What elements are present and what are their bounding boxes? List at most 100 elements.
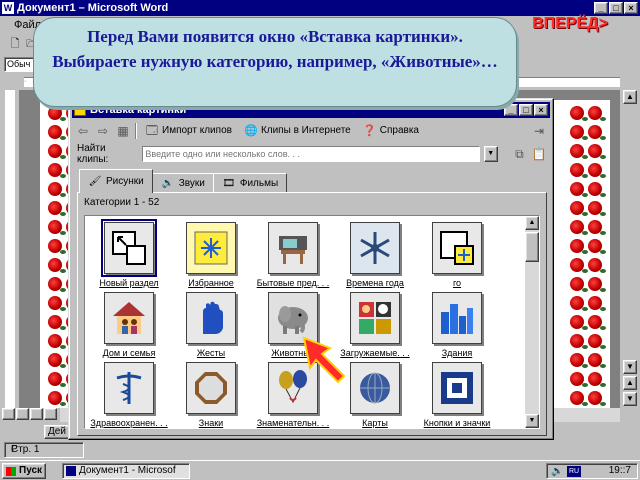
language-indicator[interactable]: RU [567, 466, 581, 477]
leaf-icon [600, 212, 606, 216]
vertical-scrollbar[interactable]: ▲ ▼ ▲ ▼ [620, 90, 640, 408]
category-gestures[interactable]: Жесты [171, 292, 251, 364]
back-arrow-icon[interactable]: ⇦ [75, 123, 91, 139]
category-go[interactable]: го [417, 222, 497, 294]
normal-view-icon[interactable] [2, 408, 15, 420]
category-label: Бытовые пред. . . [256, 278, 330, 288]
leaf-icon [600, 326, 606, 330]
help-icon: ❓ [362, 125, 377, 137]
taskbar: Пуск Документ1 - Microsof 🔈 RU 19::7 [0, 460, 640, 480]
change-window-size-icon[interactable]: ⇥ [531, 123, 547, 139]
category-grid: Новый раздел Избранное Бытовые пред. . .… [84, 215, 540, 429]
help-button[interactable]: ❓ Справка [359, 122, 423, 140]
help-label: Справка [379, 125, 419, 136]
leaf-icon [600, 155, 606, 159]
leaf-icon [600, 288, 606, 292]
category-favorites[interactable]: Избранное [171, 222, 251, 294]
leaf-icon [60, 174, 66, 178]
forward-arrow-icon[interactable]: ⇨ [95, 123, 111, 139]
status-section: Р [4, 442, 84, 458]
print-view-icon[interactable] [30, 408, 43, 420]
leaf-icon [600, 193, 606, 197]
leaf-icon [582, 345, 588, 349]
close-button[interactable]: × [624, 2, 638, 14]
web-view-icon[interactable] [16, 408, 29, 420]
dialog-close-button[interactable]: × [534, 104, 548, 116]
next-page-icon[interactable]: ▼ [623, 392, 637, 406]
category-grid-scrollbar[interactable]: ▲ ▼ [525, 216, 539, 428]
outline-view-icon[interactable] [44, 408, 57, 420]
leaf-icon [600, 402, 606, 406]
leaf-icon [60, 136, 66, 140]
find-dropdown-icon[interactable]: ▼ [483, 146, 498, 162]
import-clips-label: Импорт клипов [162, 125, 232, 136]
leaf-icon [582, 383, 588, 387]
pictures-icon: 🖌 [88, 175, 102, 187]
previous-page-icon[interactable]: ▲ [623, 376, 637, 390]
category-label: Здравоохранен. . . [90, 418, 168, 428]
start-button[interactable]: Пуск [2, 463, 46, 479]
leaf-icon [60, 193, 66, 197]
leaf-icon [600, 136, 606, 140]
leaf-icon [600, 117, 606, 121]
tab-pictures[interactable]: 🖌 Рисунки [79, 169, 153, 193]
buildings-icon [432, 292, 482, 344]
leaf-icon [582, 307, 588, 311]
leaf-icon [600, 231, 606, 235]
category-home-family[interactable]: Дом и семья [89, 292, 169, 364]
globe-icon: 🌐 [244, 125, 258, 137]
leaf-icon [60, 307, 66, 311]
new-document-icon[interactable]: 🗋 [8, 37, 22, 51]
clock: 19::7 [608, 465, 631, 476]
leaf-icon [582, 231, 588, 235]
scroll-up-icon[interactable]: ▲ [623, 90, 637, 104]
downloaded-icon [350, 292, 400, 344]
word-statusbar: Стр. 1 Р [0, 440, 640, 460]
copy-icon[interactable]: ⧉ [512, 146, 528, 162]
speaker-icon[interactable]: 🔈 [551, 465, 563, 479]
dialog-toolbar: ⇦ ⇨ ▦ 🗔 Импорт клипов 🌐 Клипы в Интернет… [75, 121, 547, 141]
import-clips-button[interactable]: 🗔 Импорт клипов [141, 122, 236, 140]
category-new-section[interactable]: Новый раздел [89, 219, 169, 294]
leaf-icon [582, 193, 588, 197]
tab-movies[interactable]: 🎞 Фильмы [212, 173, 288, 193]
leaf-icon [600, 364, 606, 368]
leaf-icon [600, 345, 606, 349]
vertical-ruler [0, 90, 20, 408]
category-buildings[interactable]: Здания [417, 292, 497, 364]
category-signs[interactable]: Знаки [171, 362, 251, 428]
find-clips-input[interactable] [142, 146, 480, 162]
paste-icon[interactable]: 📋 [531, 146, 547, 162]
tab-sounds[interactable]: 🔊 Звуки [151, 173, 214, 193]
leaf-icon [600, 250, 606, 254]
category-label: Избранное [188, 278, 234, 288]
leaf-icon [582, 364, 588, 368]
grid-scroll-thumb[interactable] [525, 232, 539, 262]
dialog-maximize-button[interactable]: □ [519, 104, 533, 116]
category-seasons[interactable]: Времена года [335, 222, 415, 294]
category-label: Дом и семья [102, 348, 156, 358]
category-healthcare[interactable]: Здравоохранен. . . [89, 362, 169, 428]
taskbar-word-task[interactable]: Документ1 - Microsof [62, 463, 190, 479]
leaf-icon [60, 155, 66, 159]
task-label: Документ1 - Microsof [79, 465, 176, 476]
grid-scroll-down-icon[interactable]: ▼ [525, 414, 539, 428]
go-icon [432, 222, 482, 274]
category-household[interactable]: Бытовые пред. . . [253, 222, 333, 294]
grid-scroll-up-icon[interactable]: ▲ [525, 216, 539, 230]
leaf-icon [60, 383, 66, 387]
clips-online-label: Клипы в Интернете [260, 125, 351, 136]
category-label: Карты [362, 418, 388, 428]
dialog-minimize-button[interactable]: _ [504, 104, 518, 116]
scroll-down-icon[interactable]: ▼ [623, 360, 637, 374]
clips-online-button[interactable]: 🌐 Клипы в Интернете [240, 122, 355, 140]
leaf-icon [600, 307, 606, 311]
leaf-icon [600, 269, 606, 273]
sounds-icon: 🔊 [161, 177, 174, 189]
all-categories-icon[interactable]: ▦ [115, 123, 131, 139]
forward-button[interactable]: ВПЕРЁД> [522, 12, 618, 36]
category-label: Времена года [346, 278, 404, 288]
import-clips-icon: 🗔 [146, 125, 158, 137]
household-icon [268, 222, 318, 274]
category-buttons-icons[interactable]: Кнопки и значки [417, 362, 497, 428]
